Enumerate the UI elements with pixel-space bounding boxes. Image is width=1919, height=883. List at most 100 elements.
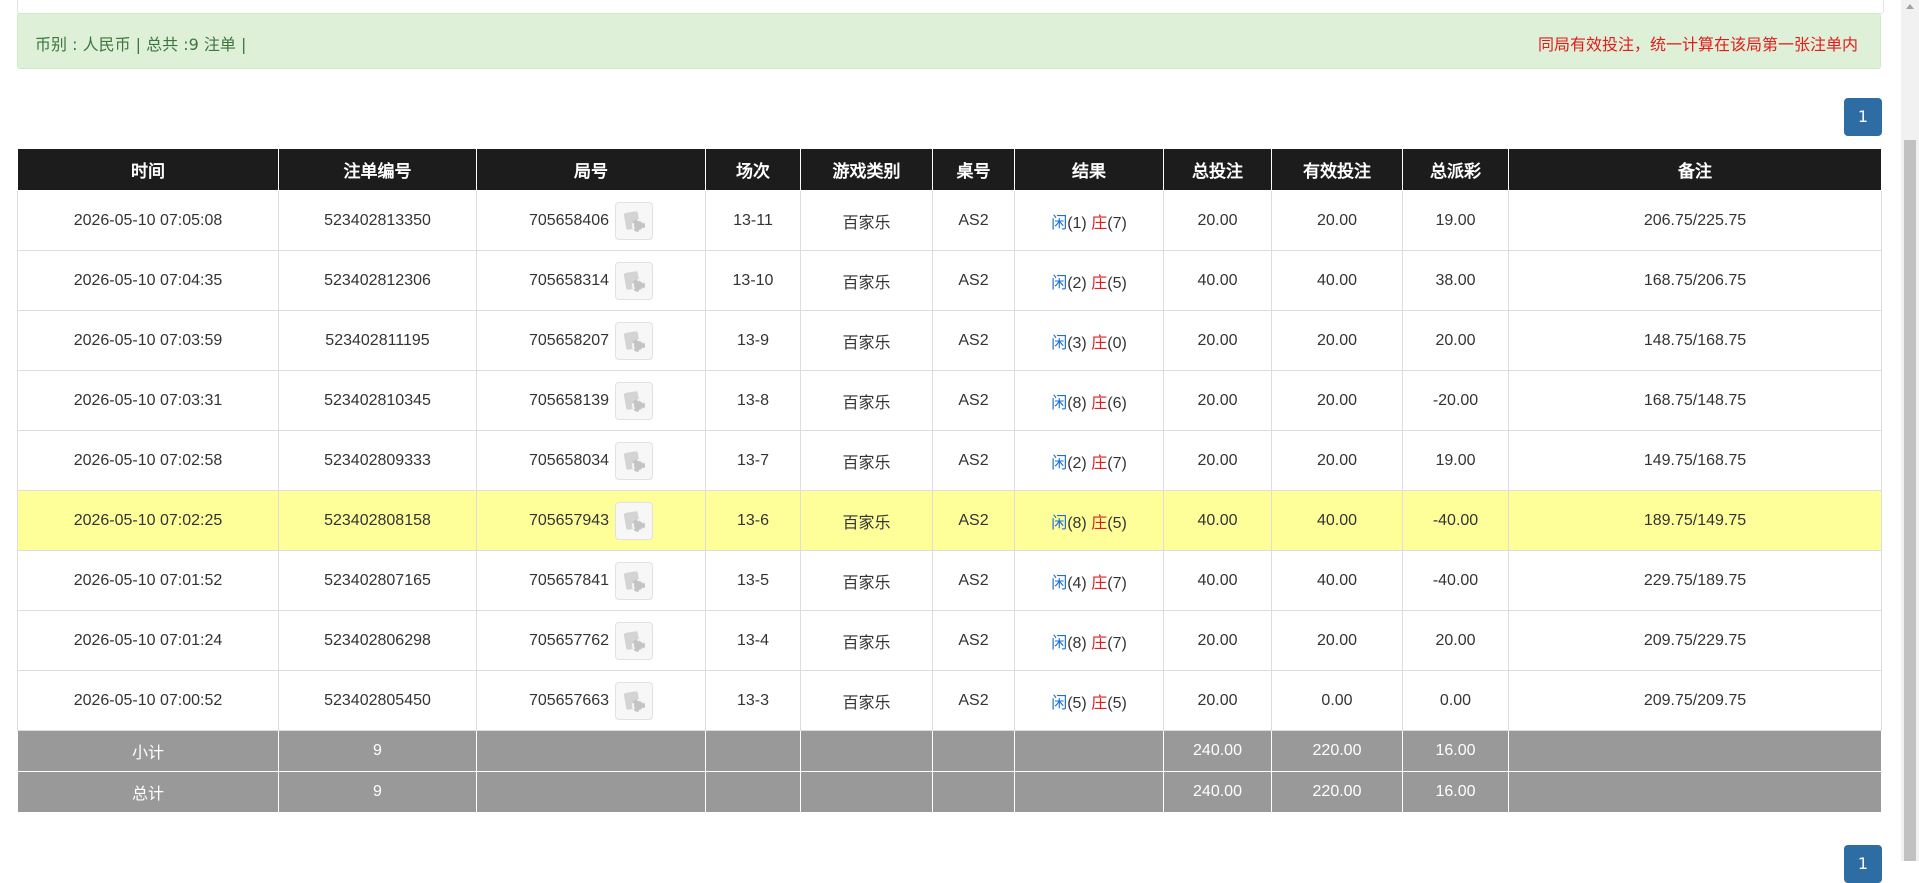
column-header[interactable]: 注单编号 [278, 149, 477, 191]
summary-info-bar: 币别 : 人民币 | 总共 :9 注单 | 同局有效投注，统一计算在该局第一张注… [17, 13, 1881, 69]
table-row[interactable]: 2026-05-10 07:01:24 523402806298 705657762… [17, 610, 1882, 671]
bet-records-table: 时间 注单编号 局号 场次 游戏类别 桌号 结果 总投注 有效投注 总派彩 备注 2026-05-1… [17, 149, 1882, 813]
round-detail-icon[interactable] [615, 621, 654, 660]
empty-cell [932, 771, 1015, 813]
round-detail-icon[interactable] [615, 441, 654, 480]
game-type-cell: 百家乐 [800, 430, 933, 491]
table-row[interactable]: 2026-05-10 07:01:52 523402807165 705657841… [17, 550, 1882, 611]
column-header[interactable]: 有效投注 [1271, 149, 1403, 191]
bet-id-cell: 523402809333 [278, 430, 477, 491]
summary-count: 9 [278, 771, 477, 813]
round-wrap: 705657943 [529, 501, 654, 540]
player-score: (1) [1067, 214, 1087, 232]
round-cell: 705657762 [476, 610, 706, 671]
banker-label: 庄 [1091, 454, 1108, 472]
summary-total-bet: 240.00 [1163, 730, 1272, 772]
table-header-row: 时间 注单编号 局号 场次 游戏类别 桌号 结果 总投注 有效投注 总派彩 备注 [17, 149, 1882, 191]
column-header[interactable]: 结果 [1014, 149, 1164, 191]
round-detail-icon[interactable] [615, 501, 654, 540]
round-number: 705658034 [528, 451, 610, 469]
banker-score: (0) [1107, 334, 1127, 352]
round-wrap: 705658406 [528, 201, 654, 240]
chip-shape [632, 338, 646, 352]
table-row[interactable]: 2026-05-10 07:04:35 523402812306 705658314… [17, 250, 1882, 311]
total-bet-cell: 20.00 [1163, 430, 1272, 491]
table-number-cell: AS2 [932, 490, 1015, 551]
bet-id-cell: 523402807165 [278, 550, 477, 611]
table-row[interactable]: 2026-05-10 07:05:08 523402813350 705658406… [17, 190, 1882, 251]
table-row[interactable]: 2026-05-10 07:02:25 523402808158 705657943… [17, 490, 1882, 551]
bet-time-cell: 2026-05-10 07:02:25 [17, 490, 279, 551]
session-cell: 13-9 [705, 310, 801, 371]
round-detail-icon[interactable] [615, 321, 654, 360]
result-cell: 闲(3) 庄(0) [1014, 310, 1164, 371]
result-cell: 闲(8) 庄(5) [1014, 490, 1164, 551]
vertical-scrollbar[interactable] [1901, 0, 1919, 861]
valid-bet-cell: 40.00 [1271, 490, 1403, 551]
banker-label: 庄 [1091, 334, 1108, 352]
column-header[interactable]: 局号 [476, 149, 706, 191]
round-wrap: 705657663 [528, 681, 654, 720]
total-bet-cell: 40.00 [1163, 550, 1272, 611]
balance-note-cell: 148.75/168.75 [1508, 310, 1882, 371]
player-score: (8) [1067, 634, 1087, 652]
banker-label: 庄 [1091, 694, 1108, 712]
chip-shape [632, 458, 646, 472]
scroll-up-arrow-icon[interactable] [1906, 4, 1914, 9]
player-label: 闲 [1051, 634, 1068, 652]
valid-bet-cell: 20.00 [1271, 190, 1403, 251]
valid-bet-cell: 0.00 [1271, 670, 1403, 731]
bet-id-cell: 523402805450 [278, 670, 477, 731]
column-header[interactable]: 游戏类别 [800, 149, 933, 191]
table-row[interactable]: 2026-05-10 07:03:59 523402811195 705658207… [17, 310, 1882, 371]
table-row[interactable]: 2026-05-10 07:03:31 523402810345 705658139… [17, 370, 1882, 431]
session-cell: 13-3 [705, 670, 801, 731]
empty-cell [705, 771, 801, 813]
column-header[interactable]: 场次 [705, 149, 801, 191]
empty-cell [476, 730, 706, 772]
scroll-thumb[interactable] [1904, 140, 1916, 861]
chip-shape [632, 278, 646, 292]
player-score: (8) [1067, 394, 1087, 412]
table-number-cell: AS2 [932, 250, 1015, 311]
banker-score: (6) [1107, 394, 1127, 412]
table-number-cell: AS2 [932, 190, 1015, 251]
banker-score: (5) [1107, 694, 1127, 712]
round-number: 705658406 [528, 211, 610, 229]
pagination-page-button-bottom[interactable]: 1 [1844, 845, 1882, 883]
round-detail-icon[interactable] [615, 681, 654, 720]
bet-id-cell: 523402812306 [278, 250, 477, 311]
round-detail-icon[interactable] [615, 381, 654, 420]
table-row[interactable]: 2026-05-10 07:02:58 523402809333 705658034… [17, 430, 1882, 491]
summary-payout: 16.00 [1402, 771, 1509, 813]
balance-note-cell: 206.75/225.75 [1508, 190, 1882, 251]
banker-label: 庄 [1091, 394, 1108, 412]
column-header[interactable]: 时间 [17, 149, 279, 191]
payout-cell: 0.00 [1402, 670, 1509, 731]
payout-cell: 20.00 [1402, 610, 1509, 671]
round-number: 705657663 [528, 691, 610, 709]
bet-time-cell: 2026-05-10 07:01:52 [17, 550, 279, 611]
table-number-cell: AS2 [932, 670, 1015, 731]
payout-cell: -40.00 [1402, 550, 1509, 611]
table-number-cell: AS2 [932, 310, 1015, 371]
column-header[interactable]: 总投注 [1163, 149, 1272, 191]
game-type-cell: 百家乐 [800, 250, 933, 311]
column-header[interactable]: 桌号 [932, 149, 1015, 191]
banker-label: 庄 [1091, 274, 1108, 292]
column-header[interactable]: 总派彩 [1402, 149, 1509, 191]
bet-time-cell: 2026-05-10 07:02:58 [17, 430, 279, 491]
round-detail-icon[interactable] [615, 201, 654, 240]
result-cell: 闲(5) 庄(5) [1014, 670, 1164, 731]
round-number: 705658314 [528, 271, 610, 289]
round-number: 705657841 [528, 571, 610, 589]
pagination-page-button[interactable]: 1 [1844, 98, 1882, 136]
session-cell: 13-10 [705, 250, 801, 311]
table-number-cell: AS2 [932, 370, 1015, 431]
table-row[interactable]: 2026-05-10 07:00:52 523402805450 705657663… [17, 670, 1882, 731]
round-detail-icon[interactable] [615, 261, 654, 300]
round-detail-icon[interactable] [615, 561, 654, 600]
summary-label: 小计 [17, 730, 279, 772]
column-header[interactable]: 备注 [1508, 149, 1882, 191]
player-score: (5) [1067, 694, 1087, 712]
